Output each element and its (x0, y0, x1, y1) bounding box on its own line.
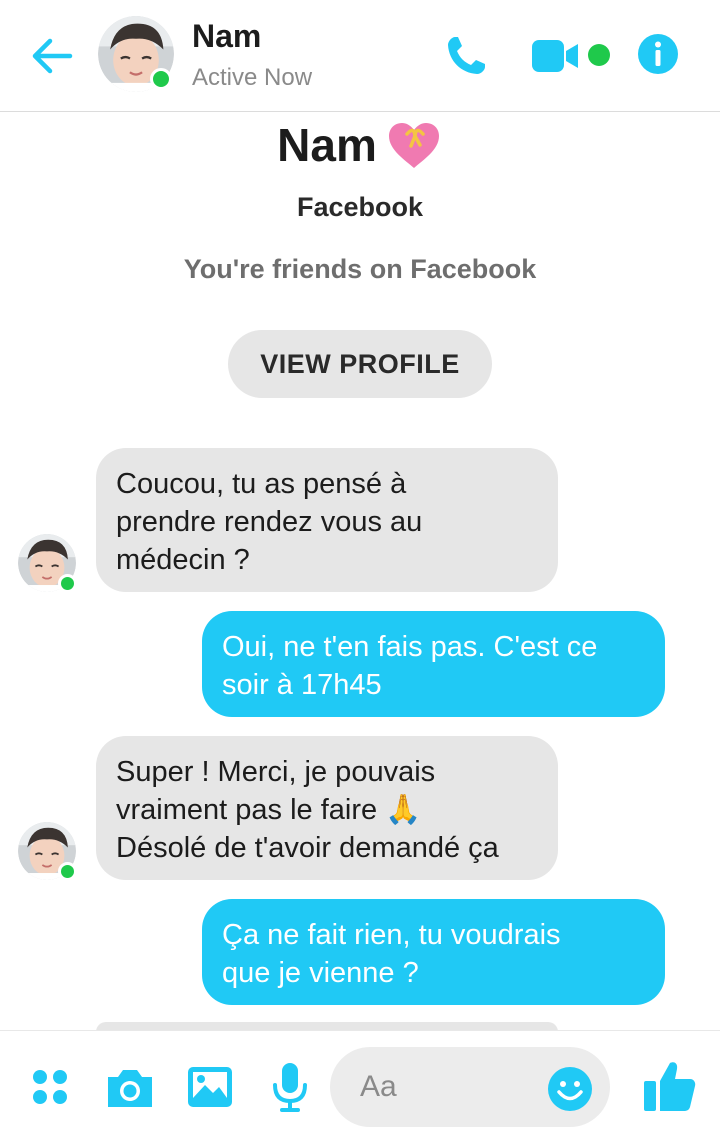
like-button[interactable] (640, 1057, 698, 1115)
voice-message-button[interactable] (270, 1061, 310, 1115)
emoji-button[interactable] (546, 1065, 594, 1113)
video-online-dot (588, 44, 610, 66)
gallery-button[interactable] (186, 1065, 234, 1109)
message-bubble-incoming[interactable]: Super ! Merci, je pouvais vraiment pas l… (96, 736, 558, 880)
message-bubble-outgoing[interactable]: Oui, ne t'en fais pas. C'est ce soir à 1… (202, 611, 665, 717)
info-button[interactable] (636, 32, 680, 76)
heart-gift-icon (385, 120, 443, 170)
video-call-button[interactable] (530, 36, 586, 76)
online-indicator (58, 574, 77, 593)
sender-avatar[interactable] (18, 534, 77, 593)
four-dots-icon (33, 1070, 67, 1104)
smiley-icon (548, 1067, 592, 1111)
contact-name[interactable]: Nam (192, 18, 261, 55)
contact-status: Active Now (192, 64, 313, 91)
friends-note: You're friends on Facebook (183, 254, 537, 284)
back-button[interactable] (26, 30, 78, 82)
online-indicator (150, 68, 172, 90)
arrow-left-icon (32, 38, 73, 74)
contact-avatar[interactable] (98, 16, 174, 92)
profile-name: Nam (0, 118, 720, 174)
thumbs-up-icon (644, 1062, 696, 1111)
video-camera-icon (532, 40, 578, 72)
message-composer: Aa (0, 1030, 720, 1137)
message-bubble-outgoing[interactable]: Ça ne fait rien, tu voudrais que je vien… (202, 899, 665, 1005)
profile-name-text: Nam (277, 119, 377, 171)
profile-subtitle: Facebook (296, 192, 424, 222)
image-icon (188, 1067, 232, 1107)
chat-header: Nam Active Now (0, 0, 720, 112)
more-actions-button[interactable] (30, 1067, 70, 1107)
phone-icon (448, 37, 485, 74)
view-profile-button[interactable]: VIEW PROFILE (228, 330, 492, 398)
camera-icon (108, 1070, 152, 1107)
call-button[interactable] (442, 32, 490, 80)
online-indicator (58, 862, 77, 881)
camera-button[interactable] (104, 1065, 156, 1111)
info-icon (638, 34, 678, 74)
sender-avatar[interactable] (18, 822, 77, 881)
message-bubble-incoming[interactable]: Coucou, tu as pensé à prendre rendez vou… (96, 448, 558, 592)
microphone-icon (273, 1063, 307, 1112)
